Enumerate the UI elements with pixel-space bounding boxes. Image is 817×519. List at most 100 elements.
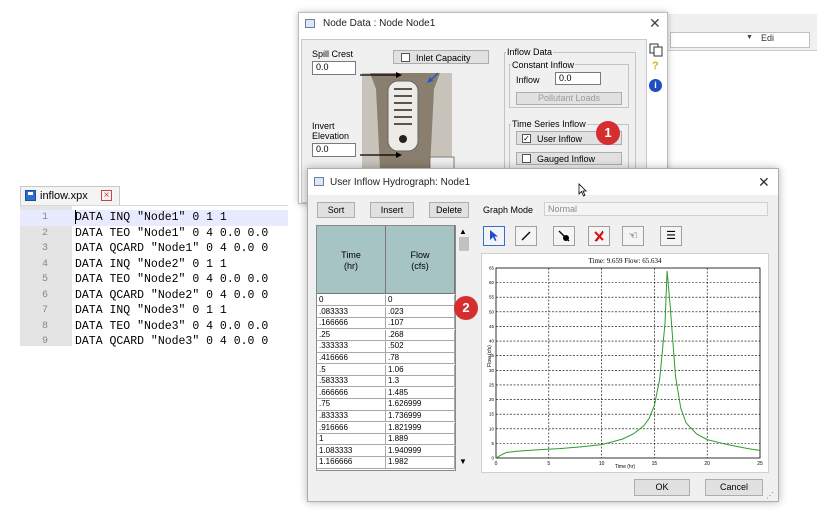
table-row[interactable]: 00 — [317, 295, 455, 307]
cancel-button[interactable]: Cancel — [705, 479, 763, 496]
code-line[interactable]: 4 DATA INQ "Node2" 0 1 1 — [20, 257, 288, 273]
editor-tab[interactable]: inflow.xpx × — [20, 186, 120, 205]
hydro-window-close-button[interactable]: ✕ — [758, 174, 770, 191]
flow-cell[interactable]: 1.3 — [386, 376, 455, 388]
pollutant-loads-button[interactable]: Pollutant Loads — [516, 92, 622, 105]
delete-point-tool-icon[interactable] — [588, 226, 610, 246]
code-line[interactable]: 5 DATA TEO "Node2" 0 4 0.0 0.0 — [20, 272, 288, 288]
scroll-up-icon[interactable]: ▲ — [459, 227, 467, 236]
flow-cell[interactable]: .268 — [386, 329, 455, 342]
table-row[interactable]: .833333 1.736999 — [317, 411, 455, 423]
sort-button[interactable]: Sort — [317, 202, 355, 218]
table-row[interactable]: .583333 1.3 — [317, 376, 455, 388]
pan-hand-tool-icon[interactable]: ☜ — [622, 226, 644, 246]
code-text[interactable]: DATA INQ "Node1" 0 1 1 — [75, 210, 227, 226]
background-menu-label[interactable]: Edi — [761, 33, 774, 43]
flow-cell[interactable]: 1.821999 — [386, 422, 455, 434]
time-cell[interactable]: 1.083333 — [317, 445, 386, 458]
flow-cell[interactable]: 1.485 — [386, 387, 455, 400]
table-row[interactable]: 1 1.889 — [317, 434, 455, 446]
spill-crest-input[interactable]: 0.0 — [312, 61, 356, 75]
table-row[interactable]: .5 1.06 — [317, 364, 455, 376]
time-cell[interactable]: .666666 — [317, 387, 386, 400]
flow-cell[interactable]: 1.940999 — [386, 445, 455, 458]
table-row[interactable]: .666666 1.485 — [317, 387, 455, 400]
hydrograph-chart[interactable]: Time: 9.659 Flow: 65.634 0 5 10 15 20 25 0 5 10 1… — [481, 253, 769, 473]
table-row[interactable]: .166666.107 — [317, 318, 455, 330]
draw-line-tool-icon[interactable] — [515, 226, 537, 246]
code-text[interactable]: DATA TEO "Node1" 0 4 0.0 0.0 — [75, 226, 268, 242]
code-text[interactable]: DATA TEO "Node3" 0 4 0.0 0.0 — [75, 319, 268, 335]
time-cell[interactable]: 1 — [317, 434, 386, 446]
time-cell[interactable]: 1.166666 — [317, 457, 386, 469]
insert-button[interactable]: Insert — [370, 202, 414, 218]
table-row[interactable]: .333333.502 — [317, 341, 455, 353]
graph-mode-select[interactable]: Normal — [544, 202, 768, 216]
time-cell[interactable]: .083333 — [317, 306, 386, 318]
hydrograph-table[interactable]: Time (hr) Flow (cfs) 0 0.083333.023.16666… — [316, 225, 456, 471]
code-line[interactable]: 7 DATA INQ "Node3" 0 1 1 — [20, 303, 288, 319]
time-cell[interactable]: 0 — [317, 295, 386, 307]
table-row[interactable]: .083333.023 — [317, 306, 455, 318]
time-cell[interactable]: .166666 — [317, 318, 386, 330]
time-cell[interactable]: .25 — [317, 329, 386, 342]
inlet-capacity-checkbox[interactable] — [401, 53, 410, 62]
time-cell[interactable]: .833333 — [317, 411, 386, 423]
time-cell[interactable]: .583333 — [317, 376, 386, 388]
table-row[interactable]: .25.268 — [317, 329, 455, 342]
invert-elevation-input[interactable]: 0.0 — [312, 143, 356, 157]
time-cell[interactable]: .333333 — [317, 341, 386, 353]
flow-cell[interactable]: 1.982 — [386, 457, 455, 469]
gauged-inflow-button[interactable]: Gauged Inflow — [516, 152, 622, 165]
code-text[interactable]: DATA QCARD "Node1" 0 4 0.0 0 — [75, 241, 268, 257]
code-text[interactable]: DATA INQ "Node2" 0 1 1 — [75, 257, 227, 273]
close-tab-icon[interactable]: × — [101, 190, 112, 201]
table-row[interactable]: 1.083333 1.940999 — [317, 445, 455, 458]
flow-cell[interactable]: .502 — [386, 341, 455, 353]
flow-cell[interactable]: 0 — [386, 295, 455, 307]
flow-cell[interactable]: .023 — [386, 306, 455, 318]
time-cell[interactable]: .5 — [317, 364, 386, 376]
code-text[interactable]: DATA QCARD "Node2" 0 4 0.0 0 — [75, 288, 268, 304]
scroll-down-icon[interactable]: ▼ — [459, 457, 467, 466]
gauged-inflow-checkbox[interactable] — [522, 154, 531, 163]
code-line[interactable]: 8 DATA TEO "Node3" 0 4 0.0 0.0 — [20, 319, 288, 335]
code-text[interactable]: DATA INQ "Node3" 0 1 1 — [75, 303, 227, 319]
inlet-capacity-button[interactable]: Inlet Capacity — [393, 50, 489, 64]
time-cell[interactable]: .75 — [317, 399, 386, 411]
flow-cell[interactable]: 1.736999 — [386, 411, 455, 423]
node-window-close-button[interactable]: ✕ — [649, 15, 661, 32]
add-point-tool-icon[interactable] — [553, 226, 575, 246]
user-inflow-checkbox-checked[interactable]: ✓ — [522, 134, 531, 143]
table-scrollbar[interactable]: ▲ ▼ — [456, 225, 472, 469]
code-line[interactable]: 6 DATA QCARD "Node2" 0 4 0.0 0 — [20, 288, 288, 304]
code-line[interactable]: 9 DATA QCARD "Node3" 0 4 0.0 0 — [20, 334, 288, 350]
code-line[interactable]: 2 DATA TEO "Node1" 0 4 0.0 0.0 — [20, 226, 288, 242]
time-cell[interactable]: .916666 — [317, 422, 386, 434]
flow-cell[interactable]: 1.626999 — [386, 399, 455, 411]
code-line[interactable]: 3 DATA QCARD "Node1" 0 4 0.0 0 — [20, 241, 288, 257]
flow-cell[interactable]: 1.06 — [386, 364, 455, 376]
ok-button[interactable]: OK — [634, 479, 690, 496]
table-row[interactable]: .416666.78 — [317, 353, 455, 365]
copy-icon[interactable] — [649, 43, 663, 57]
delete-button[interactable]: Delete — [429, 202, 469, 218]
resize-grip-icon[interactable]: ⋰ — [766, 491, 774, 500]
list-tool-icon[interactable]: ☰ — [660, 226, 682, 246]
code-editor[interactable]: 1 DATA INQ "Node1" 0 1 1 2 DATA TEO "Node1"… — [20, 205, 288, 348]
code-text[interactable]: DATA QCARD "Node3" 0 4 0.0 0 — [75, 334, 268, 350]
table-row[interactable]: 1.166666 1.982 — [317, 457, 455, 469]
scrollbar-thumb[interactable] — [459, 237, 469, 251]
time-cell[interactable]: .416666 — [317, 353, 386, 365]
code-text[interactable]: DATA TEO "Node2" 0 4 0.0 0.0 — [75, 272, 268, 288]
inflow-input[interactable]: 0.0 — [555, 72, 601, 85]
table-row[interactable]: .75 1.626999 — [317, 399, 455, 411]
dropdown-arrow-icon[interactable]: ▼ — [746, 34, 753, 41]
flow-cell[interactable]: 1.889 — [386, 434, 455, 446]
background-field[interactable] — [670, 32, 810, 48]
select-tool-icon[interactable] — [483, 226, 505, 246]
help-icon[interactable]: ? — [652, 60, 659, 72]
flow-cell[interactable]: .107 — [386, 318, 455, 330]
flow-cell[interactable]: .78 — [386, 353, 455, 365]
info-icon[interactable]: i — [649, 79, 662, 92]
